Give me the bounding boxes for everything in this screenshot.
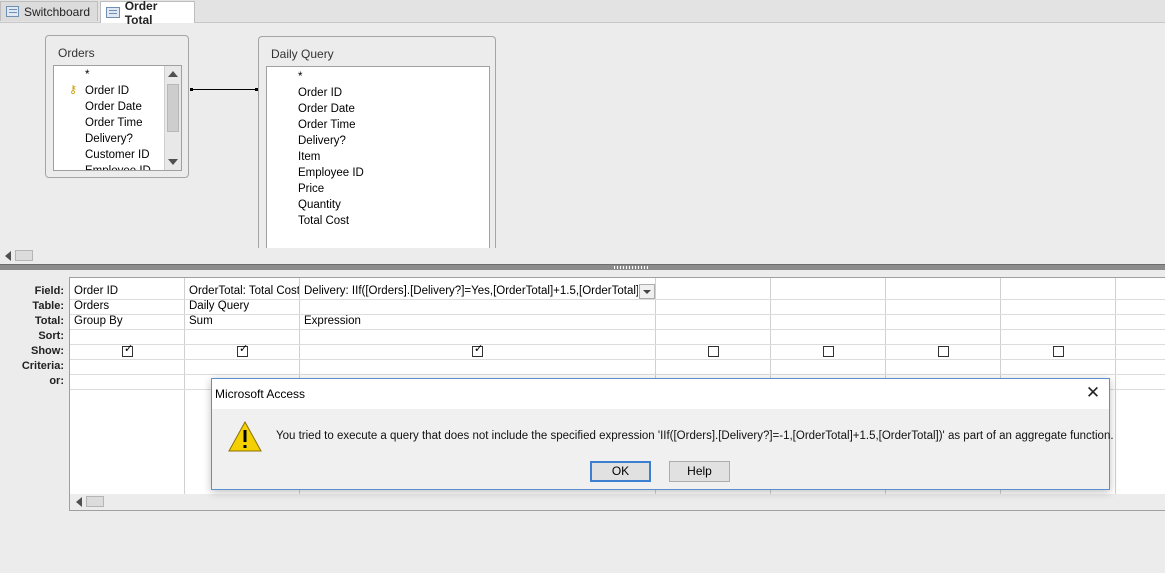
field-cell[interactable]: Delivery: IIf([Orders].[Delivery?]=Yes,[… bbox=[300, 284, 638, 299]
scroll-left-button[interactable] bbox=[73, 496, 85, 508]
table-cell[interactable]: Daily Query bbox=[185, 299, 299, 314]
grid-row-line bbox=[70, 344, 1165, 345]
show-checkbox[interactable]: ✓ bbox=[237, 343, 249, 357]
field-item[interactable]: * bbox=[85, 67, 89, 83]
grid-row-line bbox=[70, 359, 1165, 360]
arrow-down-icon bbox=[168, 159, 178, 165]
splitter-grip-icon bbox=[614, 266, 650, 269]
ok-button[interactable]: OK bbox=[590, 461, 651, 482]
daily-query-table-box[interactable]: Daily Query * Order ID Order Date Order … bbox=[258, 36, 496, 256]
field-item[interactable]: Delivery? bbox=[85, 131, 133, 147]
field-item[interactable]: Total Cost bbox=[298, 213, 349, 229]
arrow-left-icon bbox=[76, 497, 82, 507]
tab-switchboard[interactable]: Switchboard bbox=[0, 1, 98, 21]
field-item[interactable]: Order Time bbox=[298, 117, 356, 133]
grid-horizontal-scrollbar[interactable] bbox=[70, 494, 1165, 510]
dialog-message: You tried to execute a query that does n… bbox=[276, 430, 1114, 442]
help-button[interactable]: Help bbox=[669, 461, 730, 482]
field-item[interactable]: Item bbox=[298, 149, 320, 165]
diagram-horizontal-scrollbar[interactable] bbox=[0, 248, 1165, 264]
error-dialog[interactable]: Microsoft Access ✕ You tried to execute … bbox=[211, 378, 1114, 490]
row-label-sort: Sort: bbox=[38, 330, 64, 342]
total-cell[interactable]: Expression bbox=[300, 314, 655, 329]
row-label-total: Total: bbox=[34, 315, 64, 327]
row-label-table: Table: bbox=[32, 300, 64, 312]
table-cell[interactable]: Orders bbox=[70, 299, 184, 314]
scroll-thumb[interactable] bbox=[15, 250, 33, 261]
arrow-left-icon bbox=[5, 251, 11, 261]
field-cell[interactable]: Order ID bbox=[70, 284, 184, 299]
table-title: Daily Query bbox=[271, 47, 334, 61]
field-item[interactable]: Employee ID bbox=[298, 165, 364, 181]
tab-label: Order Total bbox=[124, 0, 158, 27]
field-item[interactable]: Price bbox=[298, 181, 324, 197]
field-item[interactable]: Order Date bbox=[85, 99, 142, 115]
close-icon[interactable]: ✕ bbox=[1085, 384, 1101, 401]
daily-query-field-list[interactable]: * Order ID Order Date Order Time Deliver… bbox=[266, 66, 490, 256]
show-checkbox[interactable] bbox=[938, 346, 949, 357]
field-item[interactable]: Delivery? bbox=[298, 133, 346, 149]
show-checkbox[interactable] bbox=[708, 346, 719, 357]
join-line[interactable] bbox=[190, 88, 258, 91]
orders-table-box[interactable]: Orders * ⚷ Order ID Order Date Order Tim… bbox=[45, 35, 189, 178]
field-cell[interactable]: OrderTotal: Total Cost bbox=[185, 284, 299, 299]
show-checkbox[interactable]: ✓ bbox=[122, 343, 134, 357]
grid-row-line bbox=[70, 374, 1165, 375]
field-item[interactable]: Order Date bbox=[298, 101, 355, 117]
dialog-title-bar[interactable]: Microsoft Access ✕ bbox=[212, 379, 1109, 409]
primary-key-icon: ⚷ bbox=[69, 84, 78, 96]
field-item[interactable]: Order ID bbox=[85, 83, 129, 99]
row-label-show: Show: bbox=[31, 345, 64, 357]
checkmark-icon: ✓ bbox=[239, 343, 249, 355]
checkmark-icon: ✓ bbox=[124, 343, 134, 355]
warning-icon bbox=[228, 421, 262, 452]
grid-row-line bbox=[70, 329, 1165, 330]
table-cell[interactable] bbox=[300, 299, 655, 314]
field-item[interactable]: Customer ID bbox=[85, 147, 150, 163]
query-icon bbox=[106, 7, 120, 18]
row-label-criteria: Criteria: bbox=[21, 360, 64, 372]
field-item[interactable]: * bbox=[298, 69, 302, 85]
field-item[interactable]: Quantity bbox=[298, 197, 341, 213]
arrow-up-icon bbox=[168, 71, 178, 77]
field-item[interactable]: Order Time bbox=[85, 115, 143, 131]
tab-order-total[interactable]: Order Total bbox=[100, 0, 195, 27]
field-item[interactable]: Employee ID bbox=[85, 163, 151, 170]
document-tab-bar: Switchboard Order Total bbox=[0, 0, 1165, 27]
field-dropdown-button[interactable] bbox=[639, 284, 655, 299]
dialog-title: Microsoft Access bbox=[215, 387, 306, 401]
tab-bar-background bbox=[195, 0, 1165, 22]
show-checkbox[interactable] bbox=[1053, 346, 1064, 357]
checkmark-icon: ✓ bbox=[474, 343, 484, 355]
show-checkbox[interactable] bbox=[823, 346, 834, 357]
field-item[interactable]: Order ID bbox=[298, 85, 342, 101]
show-checkbox[interactable]: ✓ bbox=[472, 343, 484, 357]
scroll-thumb[interactable] bbox=[167, 84, 179, 132]
scroll-up-button[interactable] bbox=[166, 67, 180, 81]
total-cell[interactable]: Group By bbox=[70, 314, 184, 329]
row-label-or: or: bbox=[49, 375, 64, 387]
scroll-left-button[interactable] bbox=[2, 250, 14, 262]
tab-label: Switchboard bbox=[23, 4, 90, 19]
scroll-down-button[interactable] bbox=[166, 155, 180, 169]
total-cell[interactable]: Sum bbox=[185, 314, 299, 329]
scroll-thumb[interactable] bbox=[86, 496, 104, 507]
form-icon bbox=[6, 6, 19, 17]
row-label-field: Field: bbox=[34, 285, 64, 297]
vertical-scrollbar[interactable] bbox=[164, 66, 181, 170]
table-title: Orders bbox=[58, 46, 95, 60]
orders-field-list[interactable]: * ⚷ Order ID Order Date Order Time Deliv… bbox=[53, 65, 182, 171]
